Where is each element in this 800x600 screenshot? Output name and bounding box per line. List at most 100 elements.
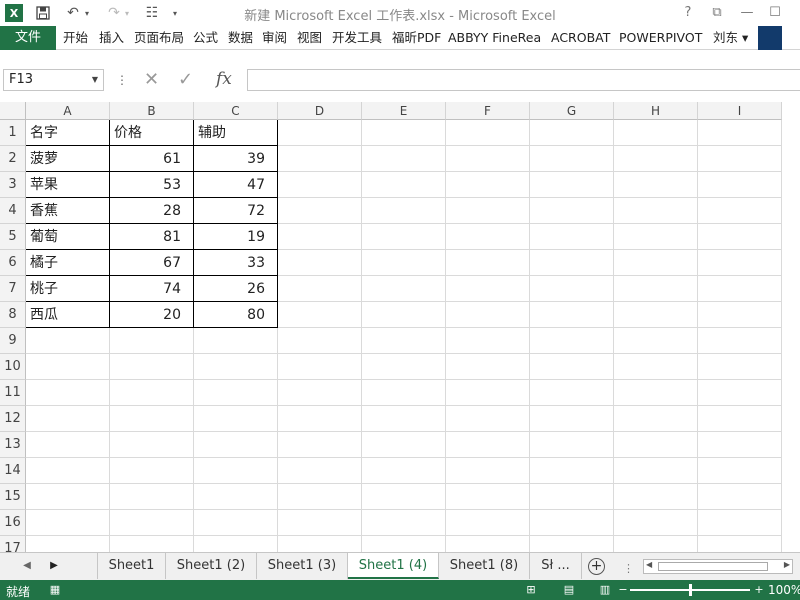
maximize-button[interactable]: ☐ [762, 3, 788, 23]
empty-cell[interactable] [446, 224, 530, 250]
empty-cell[interactable] [614, 406, 698, 432]
empty-cell[interactable] [530, 120, 614, 146]
empty-cell[interactable] [278, 302, 362, 328]
zoom-in-icon[interactable]: + [752, 583, 766, 597]
table-cell[interactable]: 26 [194, 276, 278, 302]
column-header[interactable]: H [614, 102, 698, 120]
empty-cell[interactable] [278, 120, 362, 146]
empty-cell[interactable] [614, 302, 698, 328]
scroll-right-icon[interactable]: ▶ [46, 558, 62, 574]
row-header[interactable]: 8 [0, 302, 26, 328]
empty-cell[interactable] [110, 380, 194, 406]
empty-cell[interactable] [278, 432, 362, 458]
table-cell[interactable]: 67 [110, 250, 194, 276]
empty-cell[interactable] [446, 354, 530, 380]
tab-split-handle[interactable]: ⋮ [623, 562, 634, 575]
name-box[interactable]: F13 ▼ [3, 69, 104, 91]
empty-cell[interactable] [362, 198, 446, 224]
normal-view-icon[interactable]: ⊞ [524, 583, 538, 597]
empty-cell[interactable] [110, 328, 194, 354]
empty-cell[interactable] [26, 354, 110, 380]
empty-cell[interactable] [110, 536, 194, 552]
empty-cell[interactable] [446, 328, 530, 354]
empty-cell[interactable] [698, 120, 782, 146]
empty-cell[interactable] [614, 354, 698, 380]
select-all-corner[interactable] [0, 102, 26, 120]
tab-home[interactable]: 开始 [63, 26, 88, 50]
empty-cell[interactable] [698, 328, 782, 354]
table-cell[interactable]: 桃子 [26, 276, 110, 302]
empty-cell[interactable] [110, 406, 194, 432]
column-header[interactable]: D [278, 102, 362, 120]
table-cell[interactable]: 81 [110, 224, 194, 250]
page-break-view-icon[interactable]: ▥ [598, 583, 612, 597]
page-layout-view-icon[interactable]: ▤ [562, 583, 576, 597]
empty-cell[interactable] [698, 458, 782, 484]
empty-cell[interactable] [194, 484, 278, 510]
tab-formulas[interactable]: 公式 [193, 26, 218, 50]
empty-cell[interactable] [698, 146, 782, 172]
empty-cell[interactable] [446, 120, 530, 146]
empty-cell[interactable] [278, 380, 362, 406]
row-header[interactable]: 4 [0, 198, 26, 224]
sheet-tab[interactable]: Sheet1 (3) [257, 553, 348, 579]
empty-cell[interactable] [278, 328, 362, 354]
empty-cell[interactable] [362, 172, 446, 198]
tab-view[interactable]: 视图 [297, 26, 322, 50]
empty-cell[interactable] [194, 536, 278, 552]
empty-cell[interactable] [530, 276, 614, 302]
tab-insert[interactable]: 插入 [99, 26, 124, 50]
empty-cell[interactable] [362, 406, 446, 432]
empty-cell[interactable] [26, 484, 110, 510]
empty-cell[interactable] [362, 146, 446, 172]
name-box-dropdown-icon[interactable]: ▼ [92, 70, 98, 90]
zoom-out-icon[interactable]: − [616, 583, 630, 597]
empty-cell[interactable] [530, 172, 614, 198]
empty-cell[interactable] [194, 354, 278, 380]
empty-cell[interactable] [278, 276, 362, 302]
table-cell[interactable]: 葡萄 [26, 224, 110, 250]
add-sheet-button[interactable]: + [588, 558, 605, 575]
empty-cell[interactable] [614, 510, 698, 536]
empty-cell[interactable] [278, 224, 362, 250]
row-header[interactable]: 2 [0, 146, 26, 172]
empty-cell[interactable] [446, 380, 530, 406]
empty-cell[interactable] [530, 328, 614, 354]
column-header[interactable]: F [446, 102, 530, 120]
scrollbar-thumb[interactable] [658, 562, 768, 571]
empty-cell[interactable] [362, 458, 446, 484]
empty-cell[interactable] [278, 198, 362, 224]
table-cell[interactable]: 53 [110, 172, 194, 198]
empty-cell[interactable] [362, 120, 446, 146]
empty-cell[interactable] [110, 432, 194, 458]
empty-cell[interactable] [26, 328, 110, 354]
empty-cell[interactable] [110, 484, 194, 510]
empty-cell[interactable] [362, 510, 446, 536]
empty-cell[interactable] [530, 432, 614, 458]
empty-cell[interactable] [614, 172, 698, 198]
empty-cell[interactable] [530, 380, 614, 406]
table-cell[interactable]: 33 [194, 250, 278, 276]
more-options-icon[interactable]: ⋮ [116, 73, 128, 87]
empty-cell[interactable] [614, 250, 698, 276]
user-avatar[interactable] [758, 26, 782, 50]
empty-cell[interactable] [446, 432, 530, 458]
table-cell[interactable]: 74 [110, 276, 194, 302]
tab-abbyy[interactable]: ABBYY FineRea [448, 26, 541, 50]
scroll-right-arrow-icon[interactable]: ▶ [784, 560, 790, 569]
empty-cell[interactable] [614, 458, 698, 484]
empty-cell[interactable] [698, 302, 782, 328]
empty-cell[interactable] [278, 536, 362, 552]
column-header[interactable]: I [698, 102, 782, 120]
table-cell[interactable]: 28 [110, 198, 194, 224]
table-cell[interactable]: 39 [194, 146, 278, 172]
tab-review[interactable]: 审阅 [262, 26, 287, 50]
tab-data[interactable]: 数据 [228, 26, 253, 50]
empty-cell[interactable] [530, 250, 614, 276]
empty-cell[interactable] [446, 302, 530, 328]
table-cell[interactable]: 61 [110, 146, 194, 172]
row-header[interactable]: 5 [0, 224, 26, 250]
table-cell[interactable]: 47 [194, 172, 278, 198]
row-header[interactable]: 10 [0, 354, 26, 380]
tab-file[interactable]: 文件 [0, 26, 56, 50]
